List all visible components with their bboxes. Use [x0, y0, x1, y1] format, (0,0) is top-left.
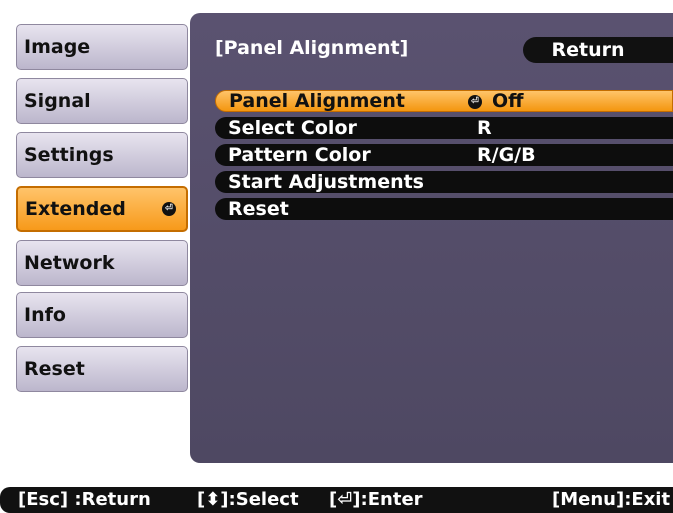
enter-icon: ⏎ [468, 95, 482, 109]
settings-panel: [Panel Alignment] Return Panel Alignment… [190, 13, 673, 463]
footer-hint-bar: [Esc] :Return [⬍]:Select [⏎]:Enter [Menu… [0, 487, 673, 513]
enter-icon: ⏎ [162, 202, 176, 216]
sidebar-item-settings[interactable]: Settings [16, 132, 188, 178]
sidebar-item-label: Settings [24, 144, 114, 166]
row-value: R/G/B [477, 144, 536, 166]
sidebar-menu: Image Signal Settings Extended ⏎ Network… [0, 0, 205, 460]
sidebar-item-reset[interactable]: Reset [16, 346, 188, 392]
row-label: Reset [228, 198, 289, 220]
menu-row-pattern-color[interactable]: Pattern Color R/G/B [215, 144, 673, 166]
sidebar-item-label: Signal [24, 90, 91, 112]
sidebar-item-extended[interactable]: Extended ⏎ [16, 186, 188, 232]
row-label: Start Adjustments [228, 171, 424, 193]
sidebar-item-label: Extended [25, 198, 126, 220]
sidebar-item-label: Image [24, 36, 91, 58]
panel-title: [Panel Alignment] [215, 37, 409, 59]
menu-row-select-color[interactable]: Select Color R [215, 117, 673, 139]
menu-row-panel-alignment[interactable]: Panel Alignment ⏎ Off [215, 90, 673, 112]
footer-exit-hint: [Menu]:Exit [552, 489, 671, 510]
sidebar-item-label: Network [24, 252, 115, 274]
row-label: Panel Alignment [229, 90, 405, 112]
row-value: Off [492, 90, 524, 112]
sidebar-item-label: Reset [24, 358, 85, 380]
sidebar-item-network[interactable]: Network [16, 240, 188, 286]
sidebar-item-info[interactable]: Info [16, 292, 188, 338]
menu-row-reset[interactable]: Reset [215, 198, 673, 220]
footer-select-hint: [⬍]:Select [197, 489, 299, 510]
row-label: Pattern Color [228, 144, 371, 166]
footer-return-hint: [Esc] :Return [18, 489, 151, 510]
row-value: R [477, 117, 492, 139]
sidebar-item-label: Info [24, 304, 66, 326]
row-label: Select Color [228, 117, 357, 139]
return-button[interactable]: Return [523, 37, 673, 63]
sidebar-item-image[interactable]: Image [16, 24, 188, 70]
footer-enter-hint: [⏎]:Enter [329, 489, 423, 510]
menu-row-start-adjustments[interactable]: Start Adjustments [215, 171, 673, 193]
sidebar-item-signal[interactable]: Signal [16, 78, 188, 124]
